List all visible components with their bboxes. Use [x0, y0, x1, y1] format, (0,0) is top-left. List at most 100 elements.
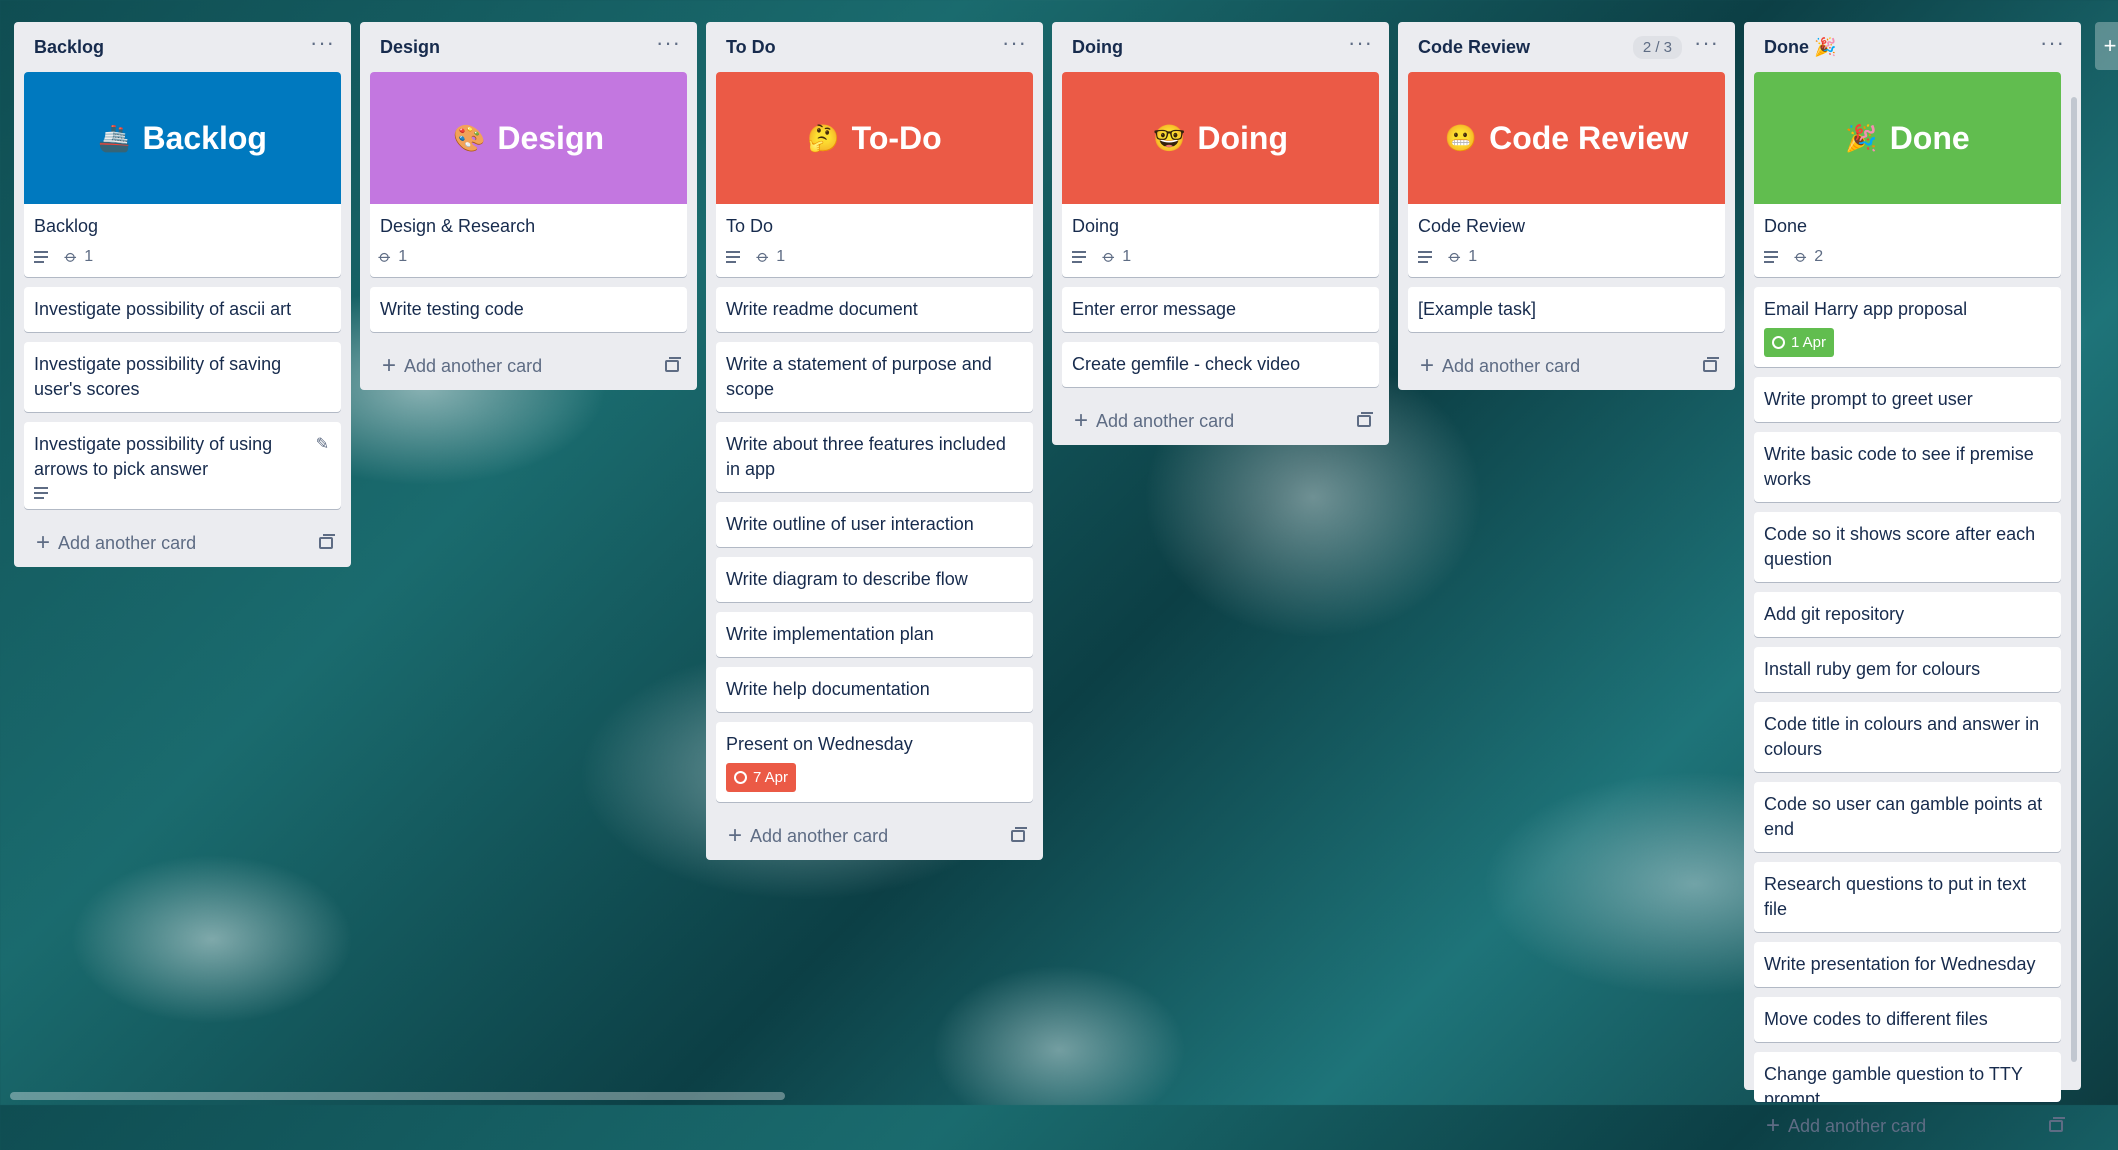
plus-icon: +	[1766, 1112, 1781, 1139]
list-scrollbar[interactable]	[2071, 97, 2077, 1062]
card[interactable]: Add git repository	[1754, 592, 2061, 637]
template-icon[interactable]	[665, 357, 681, 372]
cover-card[interactable]: 🤓 Doing Doing ⌀ 1	[1062, 72, 1379, 277]
card[interactable]: Code title in colours and answer in colo…	[1754, 702, 2061, 772]
card[interactable]: Investigate possibility of saving user's…	[24, 342, 341, 412]
card-title: Present on Wednesday	[726, 734, 913, 754]
card[interactable]: Investigate possibility of ascii art	[24, 287, 341, 332]
party-popper-icon: 🎉	[1845, 122, 1878, 153]
list-title[interactable]: Design	[380, 37, 440, 58]
card[interactable]: Write about three features included in a…	[716, 422, 1033, 492]
pencil-icon[interactable]: ✎	[316, 432, 329, 457]
card[interactable]: Write presentation for Wednesday	[1754, 942, 2061, 987]
template-icon[interactable]	[1011, 827, 1027, 842]
card[interactable]: Write diagram to describe flow	[716, 557, 1033, 602]
clock-icon	[1772, 336, 1785, 349]
card[interactable]: Write a statement of purpose and scope	[716, 342, 1033, 412]
card[interactable]: Code so user can gamble points at end	[1754, 782, 2061, 852]
card[interactable]: Change gamble question to TTY prompt	[1754, 1052, 2061, 1102]
template-icon[interactable]	[1703, 357, 1719, 372]
list-menu-icon[interactable]: ···	[1348, 32, 1373, 62]
add-card-button[interactable]: + Add another card	[24, 519, 341, 567]
card[interactable]: Investigate possibility of using arrows …	[24, 422, 341, 509]
template-icon[interactable]	[2049, 1117, 2065, 1132]
list-title[interactable]: Code Review	[1418, 37, 1530, 58]
add-card-button[interactable]: + Add another card	[1062, 397, 1379, 445]
card[interactable]: Write implementation plan	[716, 612, 1033, 657]
card[interactable]: Write testing code	[370, 287, 687, 332]
list-title[interactable]: To Do	[726, 37, 776, 58]
add-card-label: Add another card	[1788, 1115, 1927, 1136]
nerd-face-icon: 🤓	[1152, 122, 1186, 153]
list-menu-icon[interactable]: ···	[1694, 32, 1719, 62]
list-menu-icon[interactable]: ···	[1002, 32, 1027, 62]
add-card-button[interactable]: + Add another card	[716, 812, 1033, 860]
card-cover: 😬 Code Review	[1408, 72, 1725, 204]
card[interactable]: Write help documentation	[716, 667, 1033, 712]
cover-card[interactable]: 🎨 Design Design & Research ⌀ 1	[370, 72, 687, 277]
card-badges: ⌀ 1	[375, 244, 677, 269]
card-cover: 🚢 Backlog	[24, 72, 341, 204]
add-card-button[interactable]: + Add another card	[1408, 342, 1725, 390]
cover-text: Backlog	[142, 119, 267, 156]
plus-icon: +	[1420, 352, 1435, 379]
cover-card[interactable]: 🤔 To-Do To Do ⌀ 1	[716, 72, 1033, 277]
list-title[interactable]: Backlog	[34, 37, 104, 58]
card-title: Backlog	[34, 216, 99, 236]
due-date-badge[interactable]: 7 Apr	[726, 763, 797, 792]
card-badges: ⌀ 1	[1418, 244, 1715, 269]
attachment-count: 1	[398, 248, 408, 265]
card[interactable]: Enter error message	[1062, 287, 1379, 332]
card[interactable]: Move codes to different files	[1754, 997, 2061, 1042]
card-title: Create gemfile - check video	[1072, 354, 1301, 374]
cover-card[interactable]: 😬 Code Review Code Review ⌀ 1	[1408, 72, 1725, 277]
description-icon	[1072, 250, 1086, 263]
card[interactable]: Write basic code to see if premise works	[1754, 432, 2061, 502]
card[interactable]: Code so it shows score after each questi…	[1754, 512, 2061, 582]
cover-card[interactable]: 🚢 Backlog Backlog ⌀ 1	[24, 72, 341, 277]
card[interactable]: Create gemfile - check video	[1062, 342, 1379, 387]
template-icon[interactable]	[319, 534, 335, 549]
card-title: Install ruby gem for colours	[1764, 659, 1981, 679]
list-title[interactable]: Doing	[1072, 37, 1123, 58]
card-cover: 🤔 To-Do	[716, 72, 1033, 204]
list-title[interactable]: Done 🎉	[1764, 37, 1836, 58]
card[interactable]: [Example task]	[1408, 287, 1725, 332]
clock-icon	[734, 771, 747, 784]
card-cover: 🎉 Done	[1754, 72, 2061, 204]
template-icon[interactable]	[1357, 412, 1373, 427]
card-title: Investigate possibility of saving user's…	[34, 354, 282, 399]
card-title: Design & Research	[380, 216, 536, 236]
description-icon	[34, 487, 48, 499]
card[interactable]: Research questions to put in text file	[1754, 862, 2061, 932]
description-icon	[34, 250, 48, 263]
cover-card[interactable]: 🎉 Done Done ⌀ 2	[1754, 72, 2061, 277]
card[interactable]: Write outline of user interaction	[716, 502, 1033, 547]
due-date-badge[interactable]: 1 Apr	[1764, 328, 1835, 357]
add-card-label: Add another card	[750, 825, 889, 846]
list-code-review: Code Review 2 / 3 ··· 😬 Code Review Code…	[1398, 22, 1735, 390]
add-card-button[interactable]: + Add another card	[370, 342, 687, 390]
plus-icon: +	[36, 529, 51, 556]
card[interactable]: Write readme document	[716, 287, 1033, 332]
card[interactable]: Present on Wednesday 7 Apr	[716, 722, 1033, 802]
list-menu-icon[interactable]: ···	[310, 32, 335, 62]
list-header: Backlog ···	[24, 22, 341, 72]
add-card-label: Add another card	[58, 532, 197, 553]
card[interactable]: Email Harry app proposal 1 Apr	[1754, 287, 2061, 367]
card-title: Code so user can gamble points at end	[1764, 794, 2043, 839]
list-menu-icon[interactable]: ···	[2040, 32, 2065, 62]
list-menu-icon[interactable]: ···	[656, 32, 681, 62]
card-title: Write a statement of purpose and scope	[726, 354, 992, 399]
card-title: Doing	[1072, 216, 1120, 236]
card[interactable]: Write prompt to greet user	[1754, 377, 2061, 422]
list-header: Doing ···	[1062, 22, 1379, 72]
card[interactable]: Install ruby gem for colours	[1754, 647, 2061, 692]
add-list-button[interactable]: +	[2095, 22, 2118, 70]
attachment-icon: ⌀	[1098, 246, 1120, 267]
card-title: Write basic code to see if premise works	[1764, 444, 2034, 489]
add-card-button[interactable]: + Add another card	[1754, 1102, 2071, 1150]
cover-text: Design	[497, 119, 605, 156]
board-horizontal-scrollbar[interactable]	[10, 1092, 785, 1100]
due-date: 1 Apr	[1791, 334, 1827, 351]
